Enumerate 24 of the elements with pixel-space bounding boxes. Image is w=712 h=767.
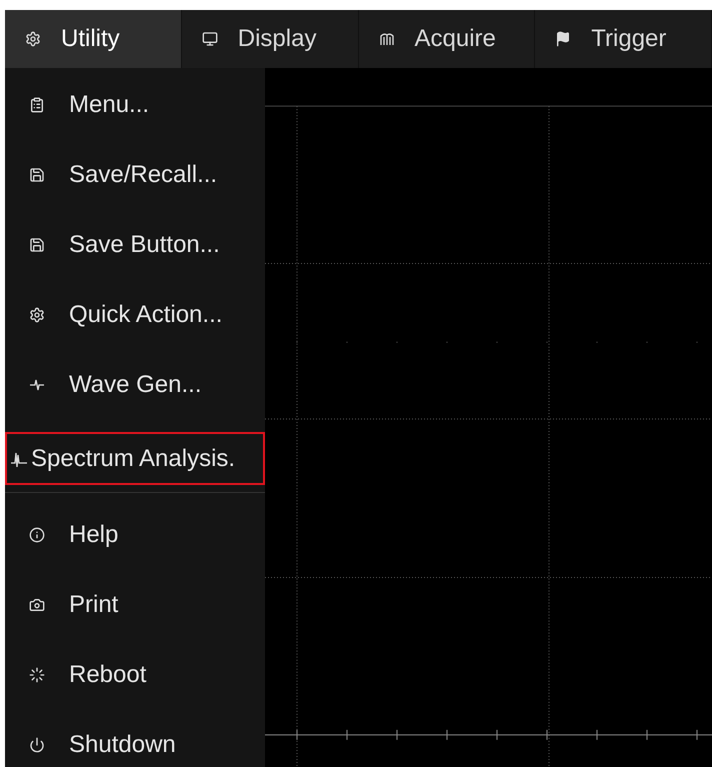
pulse-icon [29,377,45,393]
camera-icon [29,597,45,613]
clipboard-icon [29,97,45,113]
menu-item[interactable]: Menu... [5,70,265,140]
menu-tab[interactable]: Utility [5,10,182,68]
menu-item[interactable]: Print [5,570,265,640]
menu-item[interactable]: Save/Recall... [5,140,265,210]
menu-item[interactable]: Quick Action... [5,280,265,350]
floppy-icon [29,167,45,183]
monitor-icon [202,31,218,47]
floppy-icon [29,237,45,253]
menu-item[interactable]: Spectrum Analysis. [5,432,265,485]
info-icon [29,527,45,543]
menu-item[interactable]: Help [5,500,265,570]
acquire-icon [378,31,394,47]
gear-icon [29,307,45,323]
menu-item[interactable]: Wave Gen... [5,350,265,420]
gear-icon [25,31,41,47]
menu-item[interactable]: Shutdown [5,710,265,767]
flag-icon [555,31,572,47]
spinner-icon [29,667,45,683]
menu-item[interactable]: Reboot [5,640,265,710]
menu-item[interactable]: Save Button... [5,210,265,280]
power-icon [29,737,45,753]
